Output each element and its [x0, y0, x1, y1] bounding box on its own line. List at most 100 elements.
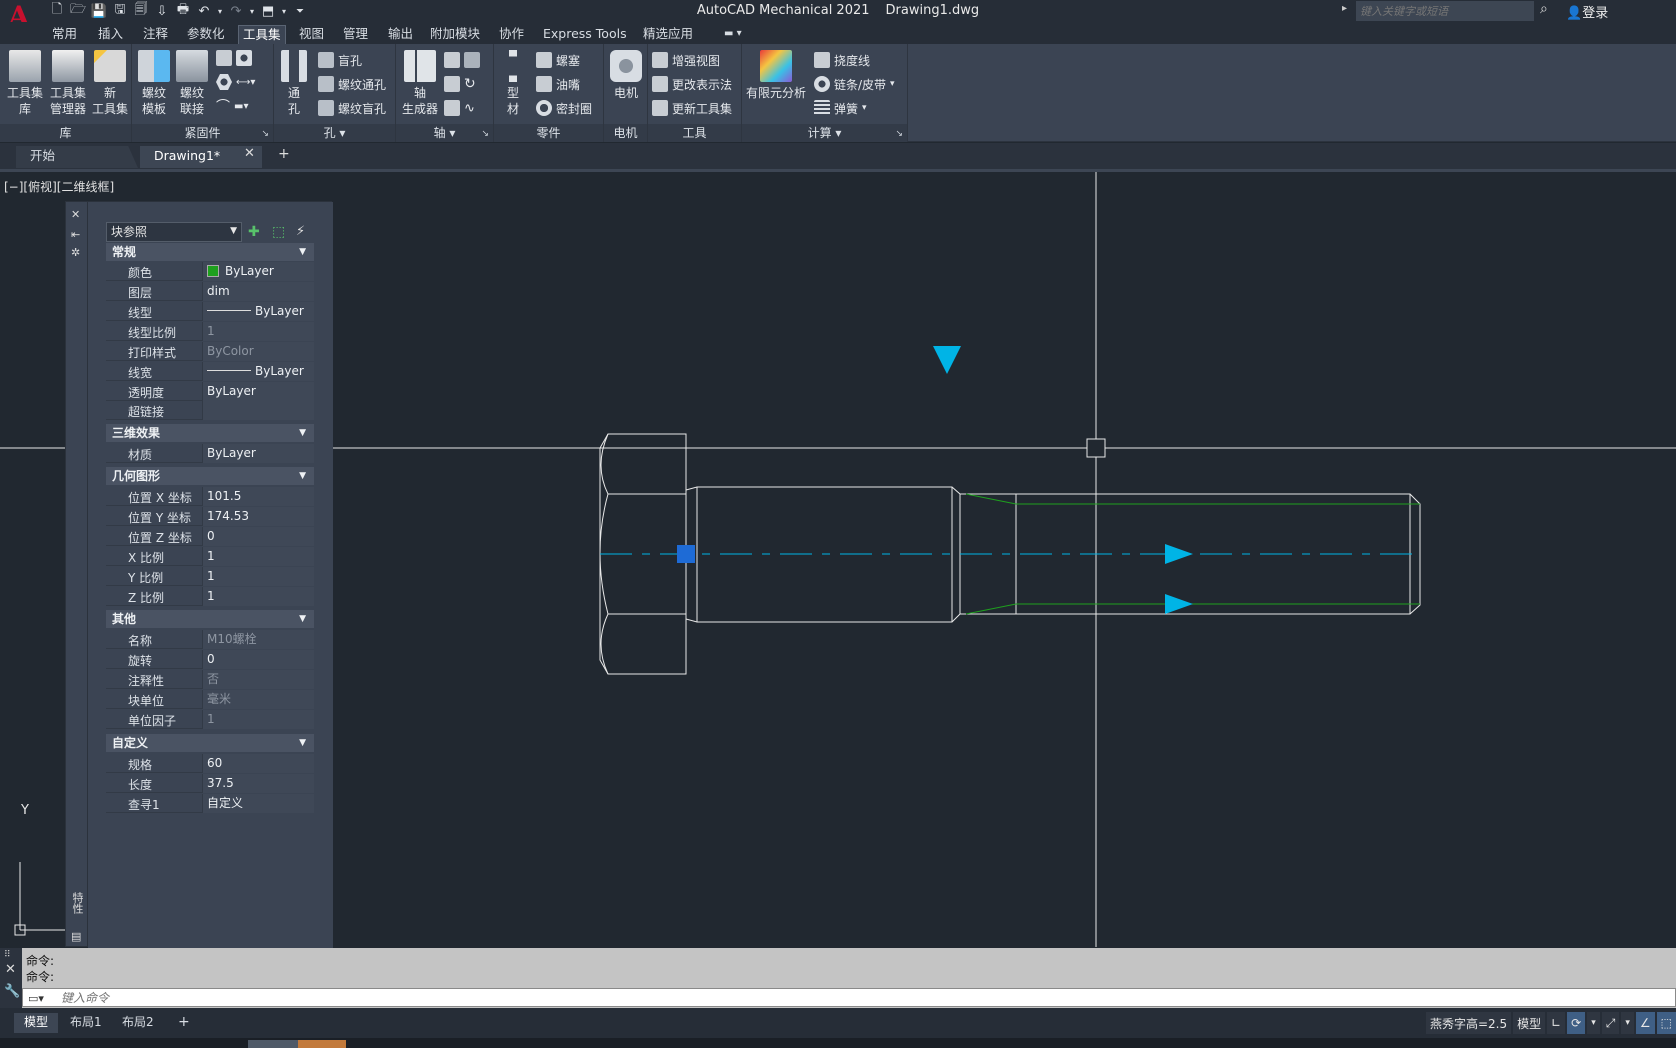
prop-value[interactable]: 0: [202, 527, 314, 546]
snap-icon[interactable]: ∟: [1547, 1012, 1566, 1034]
prop-value[interactable]: 1: [202, 587, 314, 606]
prop-row-position-x[interactable]: 位置 X 坐标 101.5: [106, 487, 314, 506]
model-space-toggle[interactable]: 模型: [1513, 1012, 1546, 1034]
search-input[interactable]: [1356, 1, 1534, 21]
prop-value[interactable]: 1: [202, 567, 314, 586]
open-web-icon[interactable]: 🗐: [132, 2, 150, 20]
quick-select-icon[interactable]: ⚡: [296, 224, 314, 240]
toolset-manager-button[interactable]: 工具集 管理器: [46, 50, 90, 117]
spring-pin-button[interactable]: ⌒ ▬▾: [216, 96, 248, 116]
dynamic-ucs-icon[interactable]: ⬚: [1656, 1012, 1676, 1034]
shaft-tool1-button[interactable]: [444, 50, 480, 70]
toolset-library-button[interactable]: 工具集 库: [6, 50, 44, 117]
new-file-icon[interactable]: 🗋: [48, 2, 66, 20]
chain-belt-button[interactable]: 链条/皮带 ▾: [814, 74, 895, 94]
fasteners-launcher-icon[interactable]: ↘: [261, 129, 269, 139]
category-misc[interactable]: 其他 ▼: [106, 610, 314, 628]
prop-value[interactable]: dim: [202, 282, 314, 301]
command-input[interactable]: [22, 988, 1676, 1007]
base-grip[interactable]: [677, 545, 695, 563]
update-toolset-button[interactable]: 更新工具集: [652, 98, 732, 118]
tab-annotate[interactable]: 注释: [139, 25, 172, 44]
taskbar-item-active[interactable]: [298, 1040, 346, 1048]
login-button[interactable]: 👤登录: [1566, 2, 1608, 21]
tab-output[interactable]: 输出: [384, 25, 417, 44]
prop-row-rotation[interactable]: 旋转 0: [106, 650, 314, 669]
prop-value[interactable]: 60: [202, 754, 314, 773]
category-custom[interactable]: 自定义 ▼: [106, 734, 314, 752]
polar-tracking-icon[interactable]: ⤢: [1601, 1012, 1620, 1034]
prop-row-color[interactable]: 颜色 ByLayer: [106, 262, 314, 281]
layout-tab-model[interactable]: 模型: [14, 1013, 59, 1033]
panel-shaft-label[interactable]: 轴 ▾: [396, 124, 493, 142]
prop-value[interactable]: 0: [202, 650, 314, 669]
customize-command-icon[interactable]: 🔧: [4, 984, 20, 999]
motor-button[interactable]: 电机: [608, 50, 644, 101]
grip-icon[interactable]: ⠿: [4, 950, 11, 960]
tapped-through-hole-button[interactable]: 螺纹通孔: [318, 74, 386, 94]
prop-row-lookup1[interactable]: 查寻1 自定义: [106, 794, 314, 813]
plot-icon[interactable]: 🖶: [174, 2, 192, 20]
enhanced-view-button[interactable]: 增强视图: [652, 50, 720, 70]
shaft-generator-button[interactable]: 轴 生成器: [398, 50, 442, 117]
select-objects-icon[interactable]: ⬚: [272, 224, 290, 240]
workspace-dropdown-icon[interactable]: ▾: [280, 2, 288, 20]
redo-icon[interactable]: ↷: [227, 2, 245, 20]
ribbon-minimize-icon[interactable]: ▬ ▾: [720, 25, 746, 44]
tab-toolsets[interactable]: 工具集: [238, 25, 286, 44]
prop-value[interactable]: 174.53: [202, 507, 314, 526]
washer-button[interactable]: [216, 48, 252, 68]
toggle-pickadd-icon[interactable]: ✚: [248, 224, 266, 240]
polar-dropdown-icon[interactable]: ▾: [1621, 1012, 1634, 1034]
thread-grip-arrow[interactable]: [1165, 594, 1193, 614]
prop-row-linetype[interactable]: 线型 ByLayer: [106, 302, 314, 321]
palette-title-strip[interactable]: ✕ ⇤ ✲ 特性 ▤: [66, 202, 88, 946]
viewport-control[interactable]: [−][俯视][二维线框]: [4, 178, 114, 195]
prop-row-block-unit[interactable]: 块单位 毫米: [106, 690, 314, 709]
screw-template-button[interactable]: 螺纹 模板: [136, 50, 172, 117]
add-layout-icon[interactable]: +: [168, 1013, 200, 1033]
tab-start[interactable]: 开始: [16, 146, 138, 168]
annotation-text-height[interactable]: 燕秀字高=2.5: [1425, 1012, 1512, 1034]
search-expand-icon[interactable]: ▸: [1342, 3, 1347, 14]
selection-dropdown[interactable]: 块参照 ▼: [106, 222, 242, 242]
change-representation-button[interactable]: 更改表示法: [652, 74, 732, 94]
prop-value[interactable]: [202, 401, 314, 420]
tapped-blind-hole-button[interactable]: 螺纹盲孔: [318, 98, 386, 118]
plug-button[interactable]: 螺塞: [536, 50, 580, 70]
layout-tab-layout2[interactable]: 布局2: [112, 1013, 164, 1033]
prop-value[interactable]: 1: [202, 547, 314, 566]
open-folder-icon[interactable]: 🗁: [69, 2, 87, 20]
prop-row-name[interactable]: 名称 M10螺栓: [106, 630, 314, 649]
prop-row-unit-factor[interactable]: 单位因子 1: [106, 710, 314, 729]
category-3d-effects[interactable]: 三维效果 ▼: [106, 424, 314, 442]
undo-icon[interactable]: ↶: [195, 2, 213, 20]
tab-manage[interactable]: 管理: [339, 25, 372, 44]
prop-row-length[interactable]: 长度 37.5: [106, 774, 314, 793]
shaft-tool3-button[interactable]: ∿: [444, 98, 475, 118]
tab-featured-apps[interactable]: 精选应用: [639, 25, 697, 44]
close-tab-icon[interactable]: ✕: [244, 146, 255, 161]
save-as-icon[interactable]: 🖫: [111, 2, 129, 20]
calc-launcher-icon[interactable]: ↘: [895, 129, 903, 139]
close-palette-icon[interactable]: ✕: [71, 208, 80, 221]
screw-connection-button[interactable]: 螺纹 联接: [174, 50, 210, 117]
prop-value-color[interactable]: ByLayer: [202, 262, 314, 281]
category-geometry[interactable]: 几何图形 ▼: [106, 467, 314, 485]
new-tab-icon[interactable]: +: [278, 146, 290, 162]
prop-value[interactable]: 自定义: [202, 794, 314, 813]
prop-value[interactable]: ByLayer: [202, 382, 314, 401]
blind-hole-button[interactable]: 盲孔: [318, 50, 362, 70]
osnap-icon[interactable]: ∠: [1635, 1012, 1655, 1034]
workspace-icon[interactable]: ⬒: [259, 2, 277, 20]
layout-tab-layout1[interactable]: 布局1: [60, 1013, 112, 1033]
taskbar-item[interactable]: [248, 1040, 298, 1048]
category-general[interactable]: 常规 ▼: [106, 243, 314, 261]
prop-row-position-z[interactable]: 位置 Z 坐标 0: [106, 527, 314, 546]
autohide-icon[interactable]: ⇤: [71, 228, 80, 241]
prop-row-plot-style[interactable]: 打印样式 ByColor: [106, 342, 314, 361]
tab-view[interactable]: 视图: [295, 25, 328, 44]
prop-row-hyperlink[interactable]: 超链接: [106, 401, 314, 420]
prop-row-linetype-scale[interactable]: 线型比例 1: [106, 322, 314, 341]
prop-value[interactable]: 37.5: [202, 774, 314, 793]
